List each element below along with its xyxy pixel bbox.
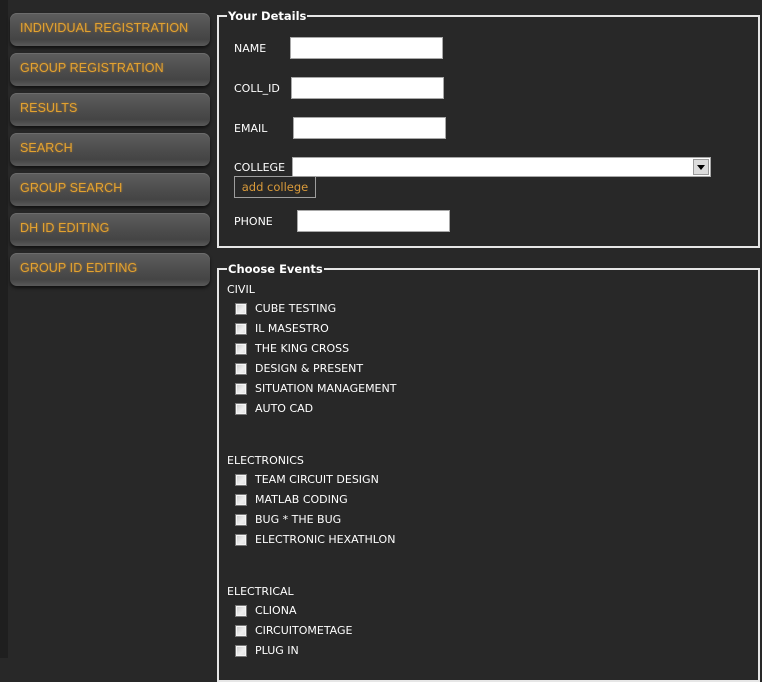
sidebar-item-search[interactable]: SEARCH: [10, 133, 210, 166]
college-label: COLLEGE: [234, 161, 286, 174]
event-checkbox[interactable]: [235, 474, 247, 486]
event-label: CUBE TESTING: [255, 302, 337, 315]
phone-input[interactable]: [297, 210, 450, 232]
event-checkbox[interactable]: [235, 363, 247, 375]
event-il-masestro[interactable]: IL MASESTRO: [235, 321, 329, 337]
dropdown-arrow-button[interactable]: [693, 159, 709, 175]
event-checkbox[interactable]: [235, 605, 247, 617]
page-left-edge: [0, 0, 8, 658]
event-label: ELECTRONIC HEXATHLON: [255, 533, 396, 546]
event-label: PLUG IN: [255, 644, 299, 657]
event-checkbox[interactable]: [235, 323, 247, 335]
event-bug-the-bug[interactable]: BUG * THE BUG: [235, 512, 341, 528]
event-checkbox[interactable]: [235, 514, 247, 526]
event-checkbox[interactable]: [235, 534, 247, 546]
event-checkbox[interactable]: [235, 383, 247, 395]
chevron-down-icon: [697, 164, 705, 170]
choose-events-legend: Choose Events: [228, 262, 323, 276]
event-label: DESIGN & PRESENT: [255, 362, 364, 375]
event-checkbox[interactable]: [235, 403, 247, 415]
sidebar-item-group-id-editing[interactable]: GROUP ID EDITING: [10, 253, 210, 286]
event-plug-in[interactable]: PLUG IN: [235, 643, 299, 659]
event-checkbox[interactable]: [235, 625, 247, 637]
add-college-button[interactable]: add college: [234, 176, 316, 198]
coll-id-input[interactable]: [291, 77, 444, 99]
sidebar-item-results[interactable]: RESULTS: [10, 93, 210, 126]
event-cube-testing[interactable]: CUBE TESTING: [235, 301, 336, 317]
event-checkbox[interactable]: [235, 303, 247, 315]
event-circuitometage[interactable]: CIRCUITOMETAGE: [235, 623, 353, 639]
sidebar-item-group-search[interactable]: GROUP SEARCH: [10, 173, 210, 206]
event-electronic-hexathlon[interactable]: ELECTRONIC HEXATHLON: [235, 532, 395, 548]
phone-label: PHONE: [234, 215, 273, 228]
event-design-present[interactable]: DESIGN & PRESENT: [235, 361, 363, 377]
email-label: EMAIL: [234, 122, 268, 135]
category-civil: CIVIL: [227, 283, 255, 296]
your-details-legend: Your Details: [228, 9, 307, 23]
event-cliona[interactable]: CLIONA: [235, 603, 296, 619]
coll-id-label: COLL_ID: [234, 82, 280, 95]
category-electrical: ELECTRICAL: [227, 585, 294, 598]
event-label: MATLAB CODING: [255, 493, 348, 506]
event-label: THE KING CROSS: [255, 342, 350, 355]
event-label: CLIONA: [255, 604, 297, 617]
event-label: CIRCUITOMETAGE: [255, 624, 353, 637]
category-electronics: ELECTRONICS: [227, 454, 304, 467]
event-label: AUTO CAD: [255, 402, 314, 415]
event-checkbox[interactable]: [235, 343, 247, 355]
name-label: NAME: [234, 42, 267, 55]
name-input[interactable]: [290, 37, 443, 59]
sidebar-item-group-registration[interactable]: GROUP REGISTRATION: [10, 53, 210, 86]
event-the-king-cross[interactable]: THE KING CROSS: [235, 341, 349, 357]
event-label: IL MASESTRO: [255, 322, 329, 335]
event-label: TEAM CIRCUIT DESIGN: [255, 473, 379, 486]
event-label: BUG * THE BUG: [255, 513, 342, 526]
event-checkbox[interactable]: [235, 645, 247, 657]
event-checkbox[interactable]: [235, 494, 247, 506]
event-auto-cad[interactable]: AUTO CAD: [235, 401, 313, 417]
college-select[interactable]: [292, 157, 711, 177]
email-input[interactable]: [293, 117, 446, 139]
event-matlab-coding[interactable]: MATLAB CODING: [235, 492, 348, 508]
event-situation-management[interactable]: SITUATION MANAGEMENT: [235, 381, 396, 397]
sidebar-item-dh-id-editing[interactable]: DH ID EDITING: [10, 213, 210, 246]
sidebar-nav: INDIVIDUAL REGISTRATION GROUP REGISTRATI…: [10, 13, 210, 293]
sidebar-item-individual-registration[interactable]: INDIVIDUAL REGISTRATION: [10, 13, 210, 46]
event-label: SITUATION MANAGEMENT: [255, 382, 397, 395]
event-team-circuit-design[interactable]: TEAM CIRCUIT DESIGN: [235, 472, 379, 488]
